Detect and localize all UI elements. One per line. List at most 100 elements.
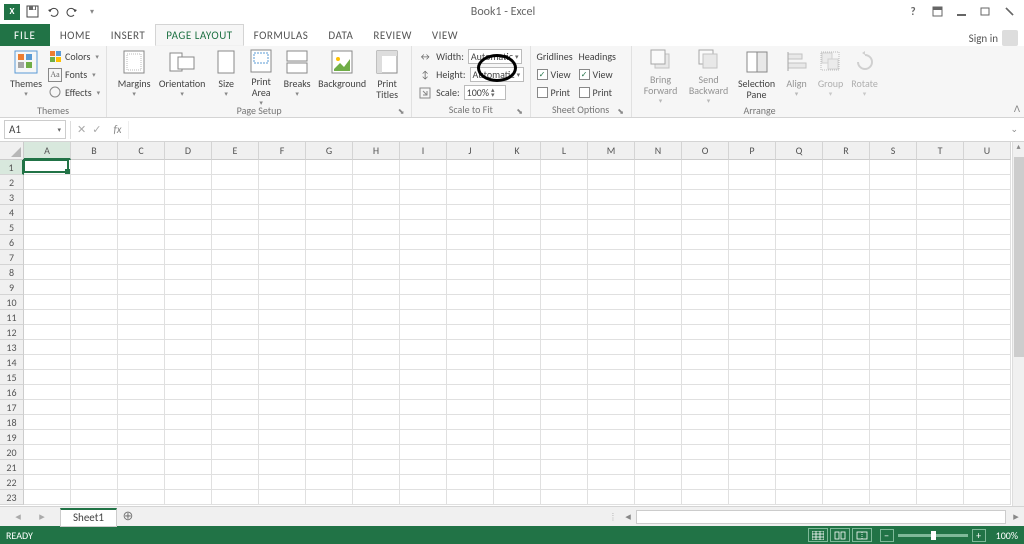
cell[interactable]: [259, 460, 306, 475]
headings-print-checkbox[interactable]: Print: [579, 84, 625, 101]
tab-review[interactable]: REVIEW: [363, 24, 422, 46]
cell[interactable]: [682, 280, 729, 295]
cell[interactable]: [776, 310, 823, 325]
cell[interactable]: [353, 265, 400, 280]
cell[interactable]: [494, 385, 541, 400]
cell[interactable]: [823, 250, 870, 265]
cell[interactable]: [964, 325, 1011, 340]
cell[interactable]: [541, 235, 588, 250]
cell[interactable]: [212, 205, 259, 220]
cell[interactable]: [165, 205, 212, 220]
cell[interactable]: [870, 490, 917, 505]
cell[interactable]: [259, 175, 306, 190]
expand-formula-bar-icon[interactable]: ⌄: [1010, 124, 1018, 135]
row-header-7[interactable]: 7: [0, 250, 24, 265]
cell[interactable]: [400, 355, 447, 370]
cell[interactable]: [541, 475, 588, 490]
fonts-button[interactable]: AaFonts▾: [48, 66, 100, 83]
cell[interactable]: [823, 175, 870, 190]
row-header-23[interactable]: 23: [0, 490, 24, 505]
cell[interactable]: [494, 325, 541, 340]
col-header-H[interactable]: H: [353, 142, 400, 160]
cell[interactable]: [306, 220, 353, 235]
cell[interactable]: [635, 355, 682, 370]
cell[interactable]: [165, 430, 212, 445]
col-header-O[interactable]: O: [682, 142, 729, 160]
cell[interactable]: [776, 445, 823, 460]
cell[interactable]: [259, 235, 306, 250]
cell[interactable]: [400, 295, 447, 310]
cell[interactable]: [870, 340, 917, 355]
cell[interactable]: [823, 460, 870, 475]
cell[interactable]: [165, 340, 212, 355]
cell[interactable]: [212, 250, 259, 265]
cell[interactable]: [165, 445, 212, 460]
cell[interactable]: [541, 325, 588, 340]
cell[interactable]: [917, 190, 964, 205]
gridlines-print-checkbox[interactable]: Print: [537, 84, 579, 101]
cell[interactable]: [917, 235, 964, 250]
cell[interactable]: [447, 400, 494, 415]
tab-insert[interactable]: INSERT: [101, 24, 156, 46]
cell[interactable]: [917, 205, 964, 220]
cell[interactable]: [447, 190, 494, 205]
cell[interactable]: [588, 325, 635, 340]
width-control[interactable]: ↔Width:Automatic▾: [418, 48, 523, 65]
maximize-icon[interactable]: [978, 5, 992, 19]
cell[interactable]: [212, 190, 259, 205]
cell[interactable]: [306, 415, 353, 430]
cell[interactable]: [212, 490, 259, 505]
cell[interactable]: [917, 220, 964, 235]
cell[interactable]: [306, 205, 353, 220]
cell[interactable]: [165, 175, 212, 190]
scale-control[interactable]: Scale:100%▴▾: [418, 84, 523, 101]
cell[interactable]: [306, 280, 353, 295]
cell[interactable]: [823, 475, 870, 490]
cell[interactable]: [541, 310, 588, 325]
row-header-17[interactable]: 17: [0, 400, 24, 415]
cell[interactable]: [494, 460, 541, 475]
row-header-12[interactable]: 12: [0, 325, 24, 340]
cell[interactable]: [71, 340, 118, 355]
cell[interactable]: [306, 310, 353, 325]
cell[interactable]: [259, 325, 306, 340]
cell[interactable]: [306, 370, 353, 385]
cell[interactable]: [776, 340, 823, 355]
cell[interactable]: [24, 250, 71, 265]
cell[interactable]: [870, 250, 917, 265]
cell[interactable]: [964, 175, 1011, 190]
column-headers[interactable]: ABCDEFGHIJKLMNOPQRSTU: [24, 142, 1012, 160]
cell[interactable]: [823, 310, 870, 325]
cell[interactable]: [541, 340, 588, 355]
cell[interactable]: [212, 295, 259, 310]
cell[interactable]: [400, 415, 447, 430]
cell[interactable]: [212, 235, 259, 250]
cell[interactable]: [541, 370, 588, 385]
cell[interactable]: [917, 430, 964, 445]
zoom-slider[interactable]: [898, 534, 968, 537]
cell[interactable]: [118, 235, 165, 250]
cell[interactable]: [165, 460, 212, 475]
cell[interactable]: [165, 400, 212, 415]
cell[interactable]: [917, 295, 964, 310]
cell[interactable]: [118, 385, 165, 400]
cell[interactable]: [306, 445, 353, 460]
spreadsheet-grid[interactable]: ABCDEFGHIJKLMNOPQRSTU 123456789101112131…: [0, 142, 1024, 506]
cell[interactable]: [635, 385, 682, 400]
cell[interactable]: [682, 355, 729, 370]
cell[interactable]: [259, 265, 306, 280]
cell[interactable]: [71, 475, 118, 490]
cell[interactable]: [212, 355, 259, 370]
cell[interactable]: [776, 490, 823, 505]
cell[interactable]: [447, 385, 494, 400]
cell[interactable]: [635, 250, 682, 265]
cell[interactable]: [964, 415, 1011, 430]
cell[interactable]: [494, 160, 541, 175]
cell[interactable]: [588, 490, 635, 505]
cell[interactable]: [870, 310, 917, 325]
cell[interactable]: [353, 190, 400, 205]
enter-formula-icon[interactable]: ✓: [92, 123, 101, 136]
margins-button[interactable]: Margins▾: [113, 48, 155, 104]
cell[interactable]: [494, 295, 541, 310]
cell[interactable]: [541, 460, 588, 475]
